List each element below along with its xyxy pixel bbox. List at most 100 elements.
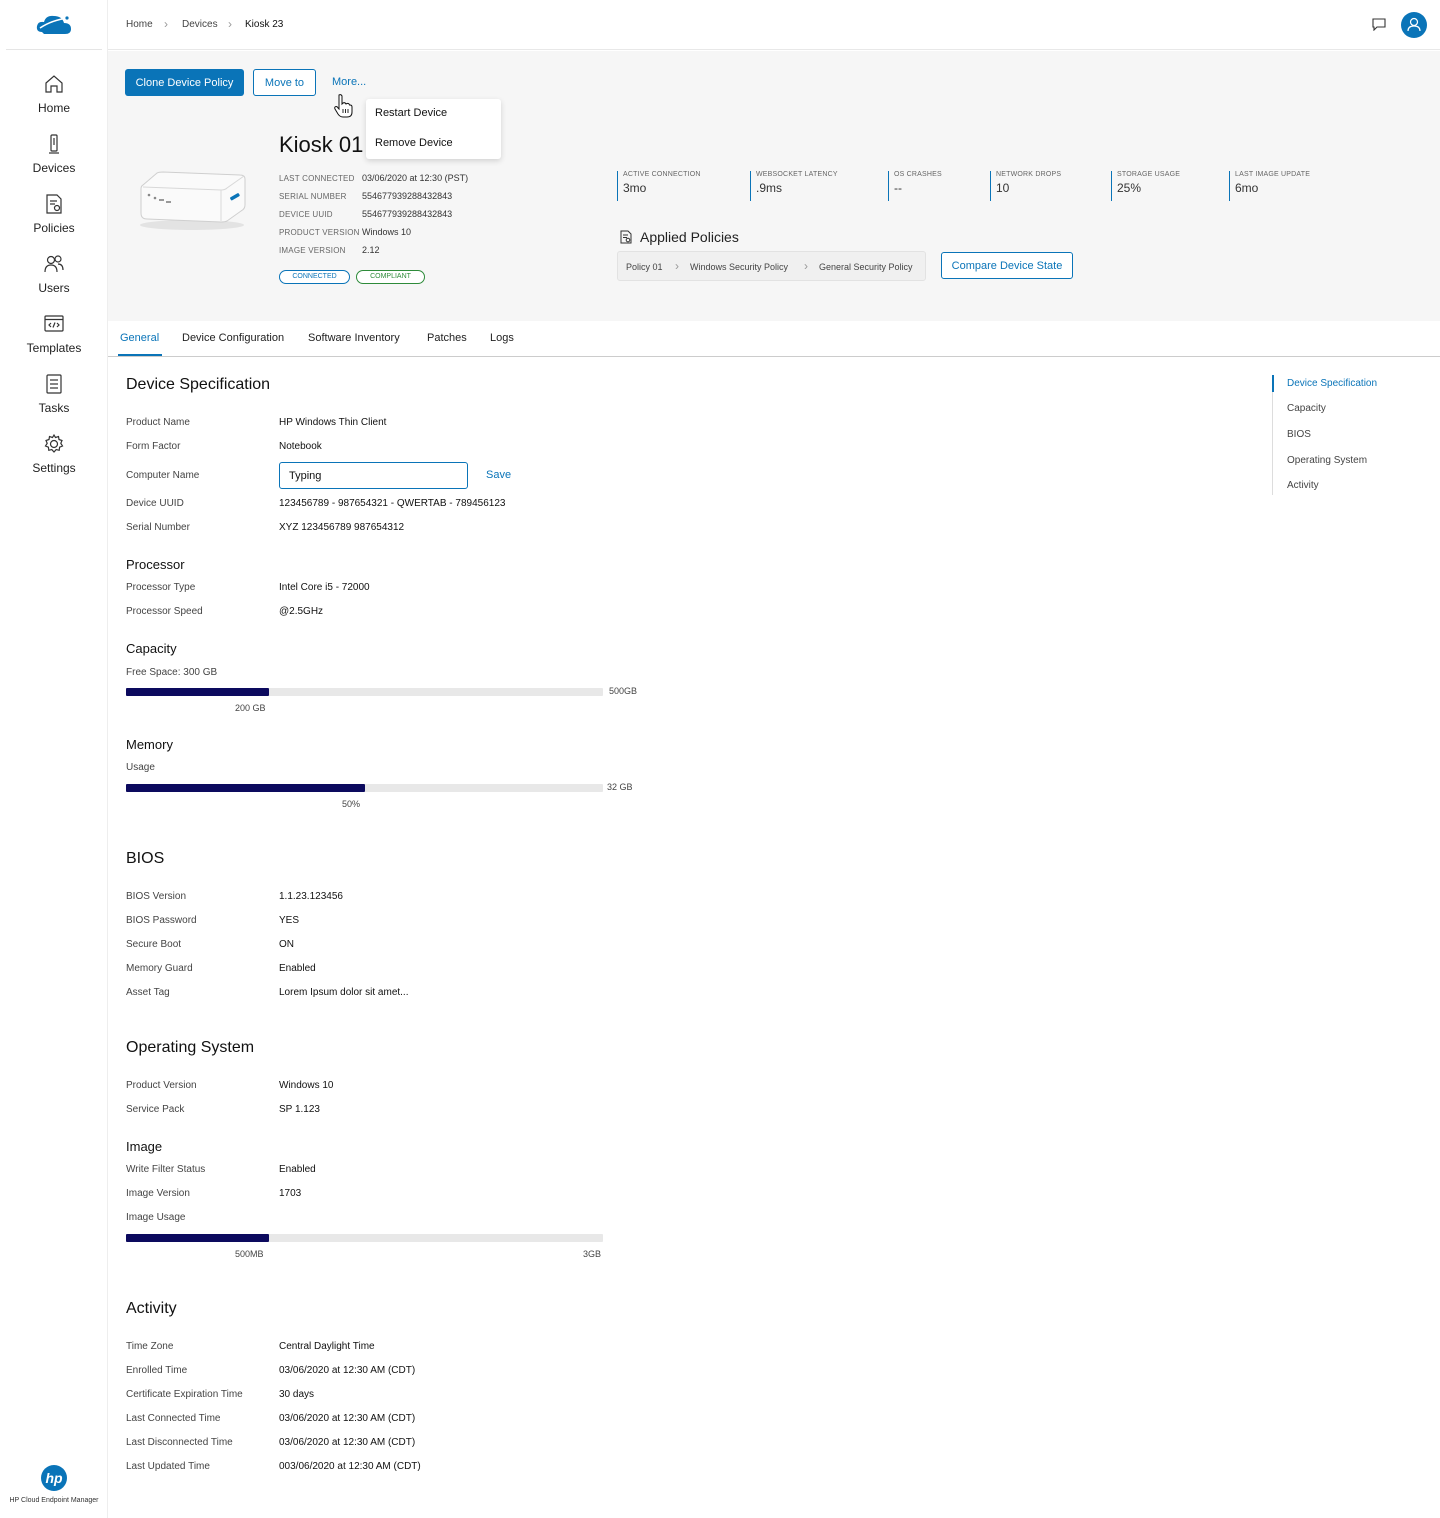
meta-value: 03/06/2020 at 12:30 (PST) (362, 173, 469, 183)
stat-label: WEBSOCKET LATENCY (756, 171, 838, 178)
row-label: Service Pack (126, 1104, 185, 1115)
cloud-logo-icon[interactable] (34, 10, 74, 40)
sidebar-item-templates[interactable]: Templates (0, 313, 108, 355)
sidebar-item-label: Users (38, 281, 70, 295)
sidebar-item-policies[interactable]: Policies (0, 193, 108, 235)
image-usage-progress-fill (126, 1234, 270, 1242)
section-nav-activity[interactable]: Activity (1287, 480, 1319, 491)
row-label: Write Filter Status (126, 1164, 206, 1175)
policy-chain-item[interactable]: Windows Security Policy (690, 262, 788, 272)
gear-icon (43, 433, 65, 455)
hand-cursor-icon (334, 94, 353, 118)
row-value: YES (279, 915, 300, 926)
row-value: Notebook (279, 441, 322, 452)
tab-general[interactable]: General (120, 332, 159, 344)
chevron-right-icon: › (164, 17, 168, 31)
capacity-used-label: 200 GB (235, 703, 266, 713)
stat-value: -- (894, 181, 902, 195)
meta-label: SERIAL NUMBER (279, 192, 347, 201)
breadcrumb-devices[interactable]: Devices (182, 19, 218, 30)
section-nav-bios[interactable]: BIOS (1287, 429, 1311, 440)
memory-progress-bar (126, 784, 603, 792)
row-value: HP Windows Thin Client (279, 417, 387, 428)
meta-label: DEVICE UUID (279, 210, 333, 219)
tab-software-inventory[interactable]: Software Inventory (308, 332, 400, 344)
row-value: SP 1.123 (279, 1104, 320, 1115)
section-title-capacity: Capacity (126, 641, 177, 656)
row-value: 30 days (279, 1389, 315, 1400)
meta-value: 2.12 (362, 245, 380, 255)
sidebar-item-devices[interactable]: Devices (0, 133, 108, 175)
tab-logs[interactable]: Logs (490, 332, 514, 344)
section-nav-operating-system[interactable]: Operating System (1287, 455, 1367, 466)
row-value: 1703 (279, 1188, 302, 1199)
more-menu-button[interactable]: More... (332, 76, 366, 88)
policy-icon (43, 193, 65, 215)
section-title-bios: BIOS (126, 850, 165, 867)
row-label: Computer Name (126, 470, 200, 481)
row-value: Lorem Ipsum dolor sit amet... (279, 987, 409, 998)
sidebar-item-tasks[interactable]: Tasks (0, 373, 108, 415)
sidebar-item-users[interactable]: Users (0, 253, 108, 295)
sidebar-item-settings[interactable]: Settings (0, 433, 108, 475)
stat-value: .9ms (756, 181, 783, 195)
stat-os-crashes: OS CRASHES -- (888, 171, 942, 201)
sidebar-item-home[interactable]: Home (0, 73, 108, 115)
stat-network-drops: NETWORK DROPS 10 (990, 171, 1061, 201)
stat-label: ACTIVE CONNECTION (623, 171, 701, 178)
remove-device-menu-item[interactable]: Remove Device (375, 137, 453, 149)
row-label: Asset Tag (126, 987, 170, 998)
image-max-label: 3GB (583, 1249, 602, 1259)
section-nav-device-specification[interactable]: Device Specification (1287, 378, 1377, 389)
sidebar-item-label: Devices (32, 161, 76, 175)
stat-value: 3mo (623, 181, 647, 195)
row-label: Certificate Expiration Time (126, 1389, 243, 1400)
row-label: Image Usage (126, 1212, 186, 1223)
chat-icon[interactable] (1372, 18, 1386, 31)
compare-device-state-button[interactable]: Compare Device State (941, 252, 1073, 279)
save-button[interactable]: Save (486, 469, 511, 481)
stat-active-connection: ACTIVE CONNECTION 3mo (617, 171, 701, 201)
row-label: BIOS Password (126, 915, 197, 926)
breadcrumb-home[interactable]: Home (126, 19, 153, 30)
connected-status-badge: CONNECTED (279, 270, 350, 284)
sidebar-item-label: Policies (33, 221, 75, 235)
tab-patches[interactable]: Patches (427, 332, 467, 344)
avatar[interactable] (1401, 12, 1427, 38)
row-label: Memory Guard (126, 963, 193, 974)
move-to-button[interactable]: Move to (253, 69, 316, 96)
row-label: Enrolled Time (126, 1365, 188, 1376)
row-label: Last Disconnected Time (126, 1437, 233, 1448)
memory-used-label: 50% (342, 799, 361, 809)
row-value: Intel Core i5 - 72000 (279, 582, 370, 593)
clone-device-policy-button[interactable]: Clone Device Policy (125, 69, 244, 96)
policy-chain-item[interactable]: Policy 01 (626, 262, 663, 272)
template-icon (43, 313, 65, 335)
tab-device-configuration[interactable]: Device Configuration (182, 332, 284, 344)
section-nav-capacity[interactable]: Capacity (1287, 403, 1326, 414)
row-label: Secure Boot (126, 939, 182, 950)
restart-device-menu-item[interactable]: Restart Device (375, 107, 447, 119)
home-icon (43, 73, 65, 95)
row-value: 1.1.23.123456 (279, 891, 343, 902)
meta-label: IMAGE VERSION (279, 246, 346, 255)
active-tab-indicator (118, 354, 162, 356)
policy-icon (620, 230, 632, 244)
computer-name-input[interactable] (279, 462, 468, 489)
policy-chain-item[interactable]: General Security Policy (819, 262, 913, 272)
meta-label: PRODUCT VERSION (279, 228, 360, 237)
row-label: Processor Speed (126, 606, 203, 617)
row-value: @2.5GHz (279, 606, 324, 617)
row-label: Product Name (126, 417, 190, 428)
row-label: Time Zone (126, 1341, 174, 1352)
section-title-operating-system: Operating System (126, 1039, 255, 1056)
chevron-right-icon: › (228, 17, 232, 31)
row-value: Enabled (279, 963, 316, 974)
meta-value: Windows 10 (362, 227, 412, 237)
section-title-image: Image (126, 1139, 163, 1154)
stat-value: 25% (1117, 181, 1142, 195)
device-icon (43, 133, 65, 155)
section-title-memory: Memory (126, 737, 173, 752)
sidebar: Home Devices Policies Users Templates Ta… (0, 0, 108, 1518)
row-label: Last Updated Time (126, 1461, 210, 1472)
